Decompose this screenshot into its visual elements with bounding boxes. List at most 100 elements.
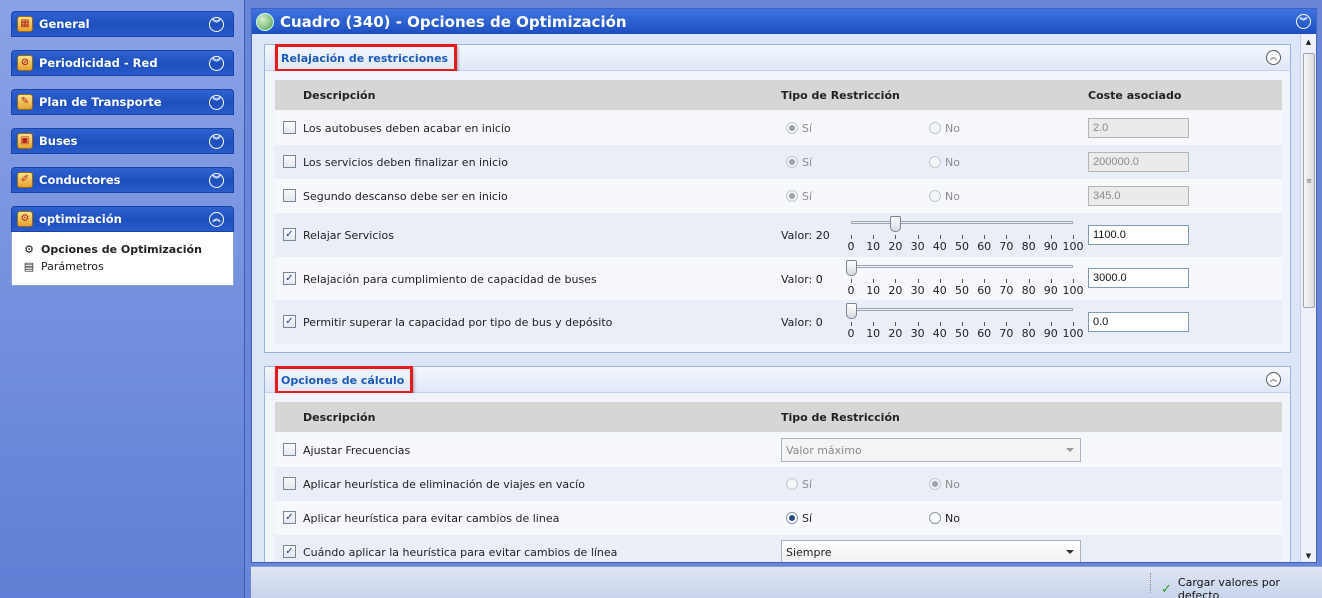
sidebar-section-optimizacion[interactable]: ⚙ optimización ︽ bbox=[11, 206, 234, 232]
radio-si-label: Sí bbox=[802, 156, 813, 169]
scroll-up-arrow-icon[interactable]: ▲ bbox=[1301, 34, 1316, 50]
row-checkbox[interactable]: ✓ bbox=[283, 272, 296, 285]
radio-si[interactable] bbox=[786, 512, 798, 524]
collapse-panel-chevron-icon[interactable]: ︽ bbox=[1266, 372, 1281, 387]
row-label: Relajación para cumplimiento de capacida… bbox=[303, 273, 597, 286]
slider-tick-label: 70 bbox=[999, 284, 1014, 297]
row-label: Cuándo aplicar la heurística para evitar… bbox=[303, 546, 618, 559]
footer-toolbar: ✓ Cargar valores por defecto bbox=[251, 566, 1322, 598]
collapse-window-chevron-icon[interactable]: ︾ bbox=[1296, 14, 1311, 29]
slider-tick-label: 30 bbox=[910, 284, 925, 297]
expand-chevron-icon[interactable]: ︾ bbox=[209, 94, 224, 110]
row-checkbox[interactable]: ✓ bbox=[283, 228, 296, 241]
bus-icon: ▣ bbox=[17, 133, 33, 149]
slider-track[interactable] bbox=[851, 265, 1073, 268]
slider-tick-label: 0 bbox=[847, 327, 855, 340]
panel-body: Descripción Tipo de Restricción Ajustar … bbox=[265, 393, 1290, 562]
slider-tick bbox=[1028, 235, 1030, 239]
expand-chevron-icon[interactable]: ︾ bbox=[209, 172, 224, 188]
column-header-descripcion: Descripción bbox=[303, 89, 376, 102]
slider-thumb[interactable] bbox=[890, 216, 902, 232]
panel-title: Relajación de restricciones bbox=[275, 43, 458, 72]
radio-no-label: No bbox=[945, 156, 960, 169]
expand-chevron-icon[interactable]: ︾ bbox=[209, 16, 224, 32]
radio-si[interactable] bbox=[786, 122, 798, 134]
radio-no[interactable] bbox=[929, 122, 941, 134]
row-checkbox[interactable] bbox=[283, 443, 296, 456]
slider-tick bbox=[962, 235, 963, 239]
row-checkbox[interactable] bbox=[283, 477, 296, 490]
slider-tick-label: 60 bbox=[977, 240, 992, 253]
slider-thumb[interactable] bbox=[846, 303, 857, 319]
slider-tick-label: 10 bbox=[866, 284, 881, 297]
optimizacion-menu: ⚙ Opciones de Optimización ▤ Parámetros bbox=[11, 232, 234, 286]
load-defaults-label: Cargar valores por defecto bbox=[1177, 576, 1280, 598]
table-row: Los autobuses deben acabar en inicio Sí … bbox=[275, 111, 1282, 145]
row-checkbox[interactable]: ✓ bbox=[283, 315, 296, 328]
sidebar-item-opciones-de-optimizacion[interactable]: ⚙ Opciones de Optimización bbox=[12, 241, 233, 258]
coste-input[interactable] bbox=[1088, 186, 1189, 206]
slider-tick bbox=[917, 235, 919, 239]
slider-tick-label: 20 bbox=[888, 284, 903, 297]
slider-tick bbox=[1006, 322, 1008, 326]
relajacion-slider[interactable]: 0 10 20 30 40 50 60 70 80 90 100 bbox=[846, 260, 1084, 300]
coste-input[interactable] bbox=[1088, 118, 1189, 138]
slider-thumb[interactable] bbox=[846, 260, 857, 276]
slider-tick bbox=[1073, 279, 1074, 283]
slider-tick-label: 90 bbox=[1043, 240, 1058, 253]
column-header-coste: Coste asociado bbox=[1088, 89, 1182, 102]
row-checkbox[interactable] bbox=[283, 155, 296, 168]
slider-tick bbox=[1050, 235, 1052, 239]
sidebar-section-buses[interactable]: ▣ Buses ︾ bbox=[11, 128, 234, 154]
radio-si[interactable] bbox=[786, 478, 798, 490]
expand-chevron-icon[interactable]: ︾ bbox=[209, 55, 224, 71]
toolbar-separator bbox=[1150, 573, 1152, 593]
collapse-chevron-icon[interactable]: ︽ bbox=[209, 211, 224, 227]
collapse-panel-chevron-icon[interactable]: ︽ bbox=[1266, 50, 1281, 65]
table-row: ✓ Aplicar heurística para evitar cambios… bbox=[275, 501, 1282, 535]
optimization-icon bbox=[256, 12, 274, 31]
table-row: ✓ Relajación para cumplimiento de capaci… bbox=[275, 257, 1282, 300]
driver-icon: ✐ bbox=[17, 172, 33, 188]
row-checkbox[interactable] bbox=[283, 189, 296, 202]
radio-si-label: Sí bbox=[802, 190, 813, 203]
radio-no[interactable] bbox=[929, 156, 941, 168]
slider-track[interactable] bbox=[851, 308, 1073, 311]
vertical-scrollbar[interactable]: ▲ ≡ ▼ bbox=[1300, 34, 1316, 562]
scrollbar-thumb[interactable]: ≡ bbox=[1303, 53, 1315, 308]
sidebar-section-periodicidad-red[interactable]: ⊘ Periodicidad - Red ︾ bbox=[11, 50, 234, 76]
slider-tick bbox=[917, 322, 919, 326]
coste-input[interactable] bbox=[1088, 225, 1189, 245]
coste-input[interactable] bbox=[1088, 268, 1189, 288]
load-defaults-button[interactable]: ✓ Cargar valores por defecto bbox=[1161, 576, 1322, 598]
heuristica-timing-select[interactable]: Siempre bbox=[781, 540, 1081, 562]
slider-track[interactable] bbox=[851, 221, 1073, 224]
slider-tick bbox=[1028, 279, 1030, 283]
radio-no[interactable] bbox=[929, 478, 941, 490]
row-label: Aplicar heurística para evitar cambios d… bbox=[303, 512, 560, 525]
radio-no[interactable] bbox=[929, 512, 941, 524]
slider-tick bbox=[917, 279, 919, 283]
row-checkbox[interactable]: ✓ bbox=[283, 511, 296, 524]
radio-no[interactable] bbox=[929, 190, 941, 202]
radio-si-label: Sí bbox=[802, 478, 813, 491]
expand-chevron-icon[interactable]: ︾ bbox=[209, 133, 224, 149]
frecuencias-select[interactable]: Valor máximo bbox=[781, 438, 1081, 462]
slider-tick-label: 30 bbox=[910, 240, 925, 253]
coste-input[interactable] bbox=[1088, 312, 1189, 332]
sidebar-section-plan-de-transporte[interactable]: ✎ Plan de Transporte ︾ bbox=[11, 89, 234, 115]
slider-tick bbox=[939, 235, 941, 239]
slider-tick-label: 20 bbox=[888, 327, 903, 340]
scroll-down-arrow-icon[interactable]: ▼ bbox=[1301, 548, 1316, 562]
row-checkbox[interactable]: ✓ bbox=[283, 545, 296, 558]
radio-si[interactable] bbox=[786, 156, 798, 168]
coste-input[interactable] bbox=[1088, 152, 1189, 172]
slider-tick-label: 90 bbox=[1043, 284, 1058, 297]
relajacion-slider[interactable]: 0 10 20 30 40 50 60 70 80 90 100 bbox=[848, 216, 1084, 256]
sidebar-section-general[interactable]: ▦ General ︾ bbox=[11, 11, 234, 37]
relajacion-slider[interactable]: 0 10 20 30 40 50 60 70 80 90 100 bbox=[846, 303, 1084, 343]
sidebar-item-parametros[interactable]: ▤ Parámetros bbox=[12, 258, 233, 275]
row-checkbox[interactable] bbox=[283, 121, 296, 134]
radio-si[interactable] bbox=[786, 190, 798, 202]
sidebar-section-conductores[interactable]: ✐ Conductores ︾ bbox=[11, 167, 234, 193]
